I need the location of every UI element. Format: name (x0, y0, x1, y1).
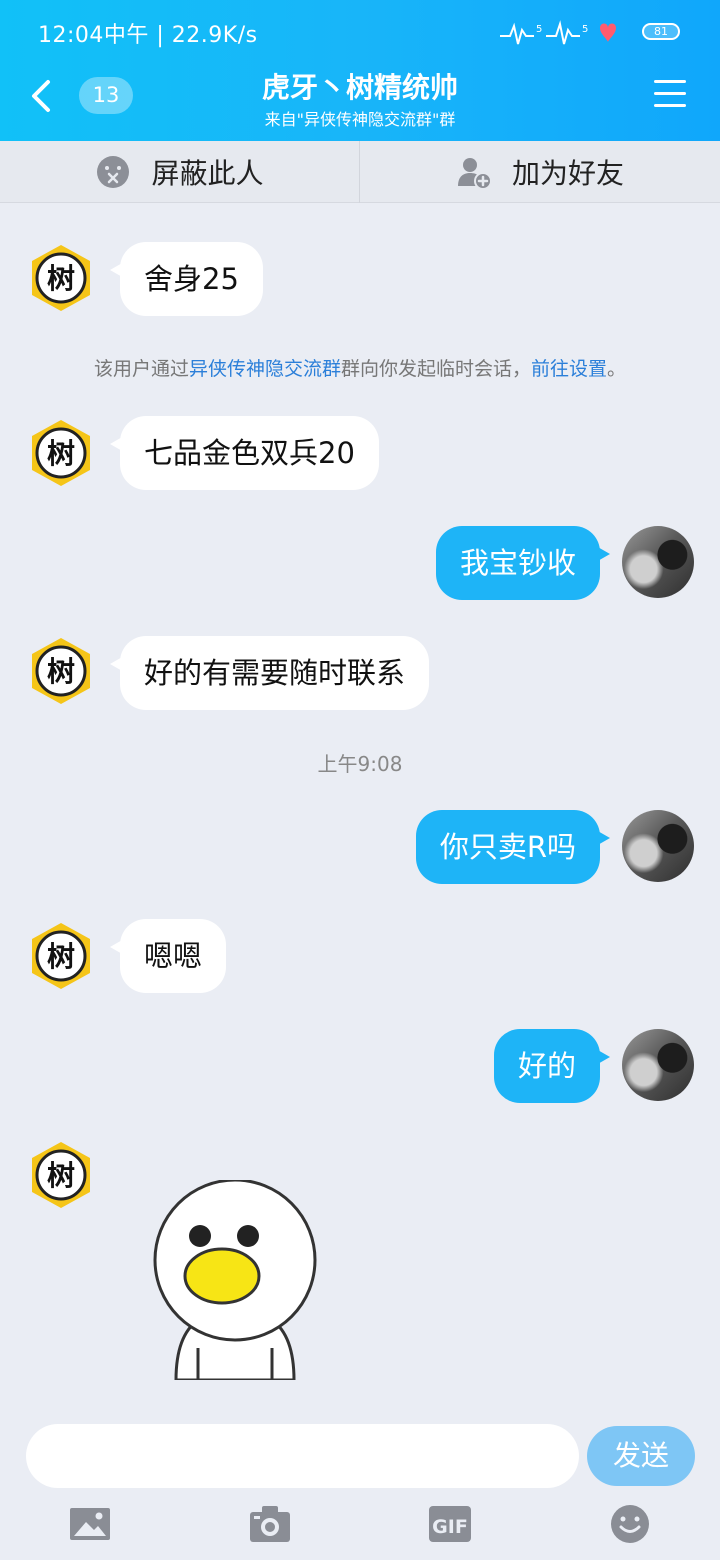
avatar[interactable]: 树 (26, 243, 96, 313)
avatar-char: 树 (47, 1159, 75, 1192)
image-icon[interactable] (68, 1504, 112, 1544)
system-note-middle: 群向你发起临时会话， (340, 358, 531, 380)
message-timestamp: 上午9:08 (317, 752, 403, 776)
emoji-icon[interactable] (608, 1504, 652, 1544)
svg-text:5: 5 (536, 24, 542, 35)
camera-icon[interactable] (248, 1504, 292, 1544)
avatar-char: 树 (47, 262, 75, 295)
tree-avatar-icon: 树 (32, 245, 90, 311)
message-bubble[interactable]: 你只卖R吗 (415, 810, 611, 884)
message-bubble[interactable]: 好的 (493, 1029, 611, 1103)
block-user-label: 屏蔽此人 (151, 157, 264, 190)
block-face-icon (97, 156, 130, 188)
my-avatar[interactable] (622, 526, 694, 598)
message-bubble[interactable]: 嗯嗯 (109, 919, 227, 993)
avatar[interactable]: 树 (26, 1140, 96, 1210)
status-icons: 5 5 81 (500, 14, 680, 48)
add-friend-label: 加为好友 (511, 157, 624, 190)
add-friend-button[interactable]: 加为好友 (360, 141, 720, 203)
my-avatar[interactable] (622, 810, 694, 882)
my-avatar[interactable] (622, 1029, 694, 1101)
header: 12:04中午 | 22.9K/s 5 5 81 13 虎牙丶树精统帅 来自"异… (0, 0, 720, 141)
system-note-suffix: 。 (607, 358, 627, 380)
battery-indicator: 81 (642, 23, 680, 40)
add-user-icon (457, 158, 492, 190)
avatar-char: 树 (47, 940, 75, 973)
tree-avatar-icon: 树 (32, 923, 90, 989)
message-bubble[interactable]: 七品金色双兵20 (110, 416, 379, 490)
status-time: 12:04中午 | 22.9K/s (38, 23, 258, 48)
duck-sticker-icon[interactable] (148, 1180, 322, 1380)
signal-icon: 5 5 (500, 20, 616, 45)
unread-count-badge[interactable]: 13 (79, 77, 133, 114)
avatar-char: 树 (47, 655, 75, 688)
tree-avatar-icon: 树 (32, 1142, 90, 1208)
message-input[interactable] (26, 1424, 579, 1488)
menu-icon[interactable] (654, 80, 686, 108)
action-bar: 屏蔽此人 加为好友 (0, 141, 720, 203)
system-note-prefix: 该用户通过 (93, 358, 189, 380)
chat-title: 虎牙丶树精统帅 (261, 71, 458, 104)
avatar[interactable]: 树 (26, 921, 96, 991)
settings-link[interactable]: 前往设置 (531, 358, 607, 380)
message-bubble[interactable]: 舍身25 (110, 242, 263, 316)
send-button[interactable]: 发送 (587, 1426, 695, 1486)
svg-text:5: 5 (582, 24, 588, 35)
back-arrow-icon[interactable] (24, 74, 58, 118)
tree-avatar-icon: 树 (32, 420, 90, 486)
avatar[interactable]: 树 (26, 418, 96, 488)
avatar-char: 树 (47, 437, 75, 470)
chat-subtitle: 来自"异侠传神隐交流群"群 (264, 110, 456, 129)
gif-icon[interactable]: GIF (428, 1504, 472, 1544)
tree-avatar-icon: 树 (32, 638, 90, 704)
system-note: 该用户通过异侠传神隐交流群群向你发起临时会话，前往设置。 (0, 354, 720, 381)
avatar[interactable]: 树 (26, 636, 96, 706)
message-bubble[interactable]: 好的有需要随时联系 (109, 636, 430, 710)
gif-label: GIF (432, 1516, 468, 1538)
block-user-button[interactable]: 屏蔽此人 (0, 141, 360, 203)
group-link[interactable]: 异侠传神隐交流群 (189, 358, 341, 380)
message-bubble[interactable]: 我宝钞收 (435, 526, 611, 600)
